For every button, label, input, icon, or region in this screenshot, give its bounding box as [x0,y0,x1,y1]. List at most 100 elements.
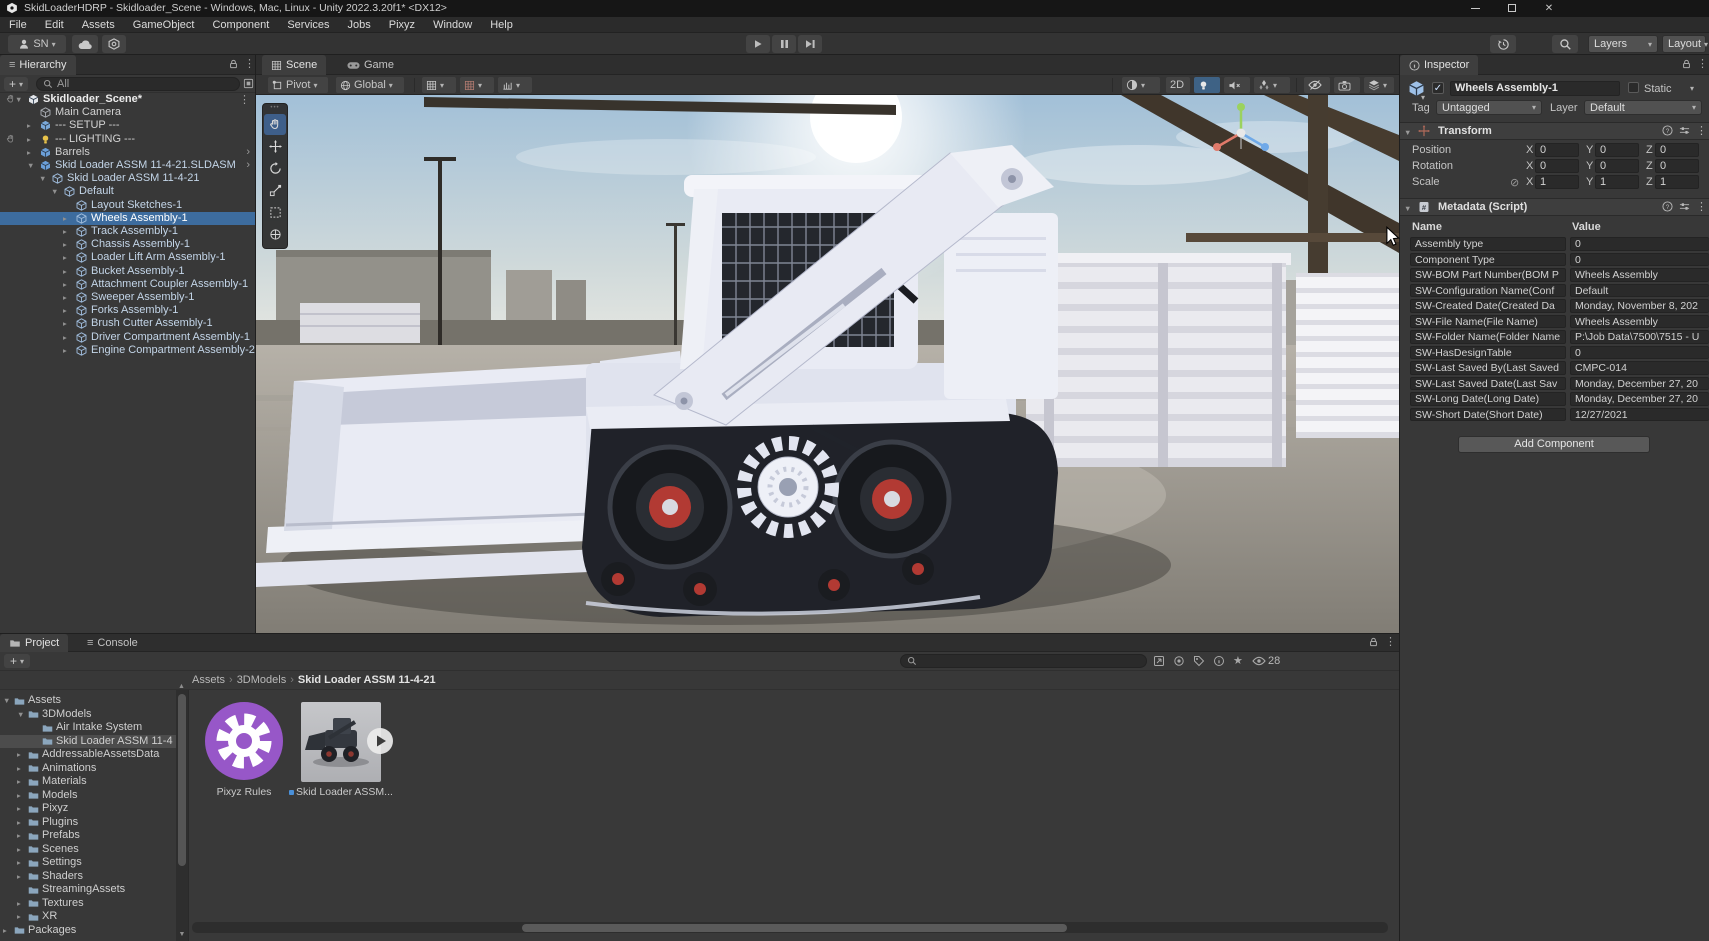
lock-icon[interactable] [1368,636,1379,651]
metadata-value-field[interactable]: Wheels Assembly [1570,268,1709,282]
scene-lighting-toggle[interactable] [1194,77,1220,93]
inspector-kebab-icon[interactable]: ⋮ [1697,57,1708,71]
axis-field-x[interactable]: 1 [1535,175,1579,189]
expander-icon[interactable]: ▸ [63,251,67,264]
project-add-button[interactable]: +▾ [4,654,30,668]
cloud-button[interactable] [72,35,98,53]
view-hand-tool[interactable] [264,114,286,135]
expander-icon[interactable]: ▸ [3,924,7,938]
scale-link-icon[interactable]: ⊘ [1510,176,1519,189]
hierarchy-item[interactable]: ▸Sweeper Assembly-1 [0,291,255,304]
hierarchy-search-input[interactable]: All [36,77,240,91]
services-button[interactable] [102,35,126,53]
metadata-value-field[interactable]: P:\Job Data\7500\7515 - U [1570,330,1709,344]
metadata-name-field[interactable]: SW-Folder Name(Folder Name [1410,330,1566,344]
tab-hierarchy[interactable]: ≡ Hierarchy [0,55,76,75]
help-icon[interactable]: ? [1662,201,1673,215]
metadata-name-field[interactable]: SW-Short Date(Short Date) [1410,408,1566,422]
2d-toggle[interactable]: 2D [1166,77,1190,93]
menu-item-pixyz[interactable]: Pixyz [380,17,424,33]
open-prefab-chevron-icon[interactable]: › [246,146,250,159]
metadata-value-field[interactable]: Monday, December 27, 20 [1570,392,1709,406]
scale-tool[interactable] [264,180,286,201]
scene-picker-icon[interactable] [243,78,254,92]
open-in-search-icon[interactable] [1153,655,1165,670]
presets-icon[interactable] [1679,201,1690,215]
expander-icon[interactable]: ▸ [17,802,21,816]
menu-item-jobs[interactable]: Jobs [339,17,380,33]
rect-tool[interactable] [264,202,286,223]
project-search-input[interactable] [900,654,1147,668]
axis-field-z[interactable]: 1 [1655,175,1699,189]
metadata-value-field[interactable]: Default [1570,284,1709,298]
expander-icon[interactable]: ▸ [17,897,21,911]
project-tree-item[interactable]: ▸Settings [0,856,176,870]
metadata-name-field[interactable]: Component Type [1410,253,1566,267]
search-by-label-icon[interactable] [1193,655,1205,670]
metadata-name-field[interactable]: SW-Last Saved By(Last Saved [1410,361,1566,375]
metadata-name-field[interactable]: SW-Created Date(Created Da [1410,299,1566,313]
rotate-tool[interactable] [264,158,286,179]
static-caret[interactable]: ▾ [1690,84,1694,93]
hierarchy-kebab-icon[interactable]: ⋮ [244,57,255,71]
hierarchy-item[interactable]: ▸Driver Compartment Assembly-1 [0,331,255,344]
hierarchy-item[interactable]: ▸--- LIGHTING --- [0,133,255,146]
hierarchy-item[interactable]: ▸Chassis Assembly-1 [0,238,255,251]
add-component-button[interactable]: Add Component [1458,436,1650,453]
metadata-value-field[interactable]: 0 [1570,253,1709,267]
hierarchy-item[interactable]: ▼Skidloader_Scene*⋮ [0,93,255,106]
project-tree-scrollbar[interactable]: ▼ [176,690,188,941]
metadata-name-field[interactable]: SW-Last Saved Date(Last Sav [1410,377,1566,391]
menu-item-services[interactable]: Services [278,17,338,33]
expander-icon[interactable]: ▼ [17,708,24,722]
axis-field-z[interactable]: 0 [1655,143,1699,157]
palette-grip[interactable]: ••• [264,106,286,113]
hierarchy-item[interactable]: ▼Skid Loader ASSM 11-4-21.SLDASM› [0,159,255,172]
static-checkbox[interactable] [1628,82,1639,93]
active-checkbox[interactable]: ✓ [1432,82,1444,94]
project-tree-item[interactable]: ▼Assets [0,694,176,708]
gizmos-dropdown[interactable]: ▾ [1364,77,1394,93]
effects-dropdown[interactable]: ▾ [1254,77,1290,93]
scrollbar-thumb[interactable] [178,694,186,866]
expander-icon[interactable]: ▸ [27,146,31,159]
account-dropdown[interactable]: SN ▾ [8,35,66,53]
project-horizontal-scrollbar[interactable] [192,922,1388,933]
metadata-value-field[interactable]: 12/27/2021 [1570,408,1709,422]
gameobject-name-field[interactable]: Wheels Assembly-1 [1450,81,1620,96]
breadcrumb-item[interactable]: Assets [192,674,225,686]
info-icon[interactable] [1213,655,1225,670]
menu-item-gameobject[interactable]: GameObject [124,17,204,33]
axis-field-y[interactable]: 0 [1595,143,1639,157]
scene-viewport[interactable]: ••• [256,95,1399,633]
project-tree-item[interactable]: ▸Models [0,789,176,803]
metadata-name-field[interactable]: SW-HasDesignTable [1410,346,1566,360]
scrollbar-thumb[interactable] [522,924,1067,932]
tab-console[interactable]: ≡ Console [78,634,147,652]
layers-dropdown[interactable]: Layers▾ [1588,35,1658,53]
hierarchy-item[interactable]: ▸Engine Compartment Assembly-2 [0,344,255,357]
project-tree-item[interactable]: Skid Loader ASSM 11-4 [0,735,176,749]
project-tree-item[interactable]: StreamingAssets [0,883,176,897]
project-tree-item[interactable]: ▸Shaders [0,870,176,884]
tab-scene[interactable]: Scene [262,55,326,75]
project-tree-item[interactable]: ▸Packages [0,924,176,938]
minimize-button[interactable] [1460,0,1490,17]
breadcrumb-item[interactable]: Skid Loader ASSM 11-4-21 [298,674,436,686]
menu-item-component[interactable]: Component [203,17,278,33]
undo-history-button[interactable] [1490,35,1516,53]
metadata-value-field[interactable]: CMPC-014 [1570,361,1709,375]
lock-icon[interactable] [1681,58,1692,73]
expander-icon[interactable]: ▸ [63,317,67,330]
expander-icon[interactable]: ▸ [63,212,67,225]
scene-audio-toggle[interactable] [1224,77,1250,93]
metadata-value-field[interactable]: 0 [1570,237,1709,251]
open-prefab-chevron-icon[interactable]: › [246,159,250,172]
expander-icon[interactable]: ▸ [27,119,31,132]
expander-icon[interactable]: ▸ [63,344,67,357]
pivot-dropdown[interactable]: Pivot▾ [268,77,328,93]
metadata-value-field[interactable]: Monday, November 8, 202 [1570,299,1709,313]
project-tree-item[interactable]: ▸AddressableAssetsData [0,748,176,762]
hierarchy-item[interactable]: ▼Default [0,185,255,198]
project-tree-item[interactable]: ▸Prefabs [0,829,176,843]
